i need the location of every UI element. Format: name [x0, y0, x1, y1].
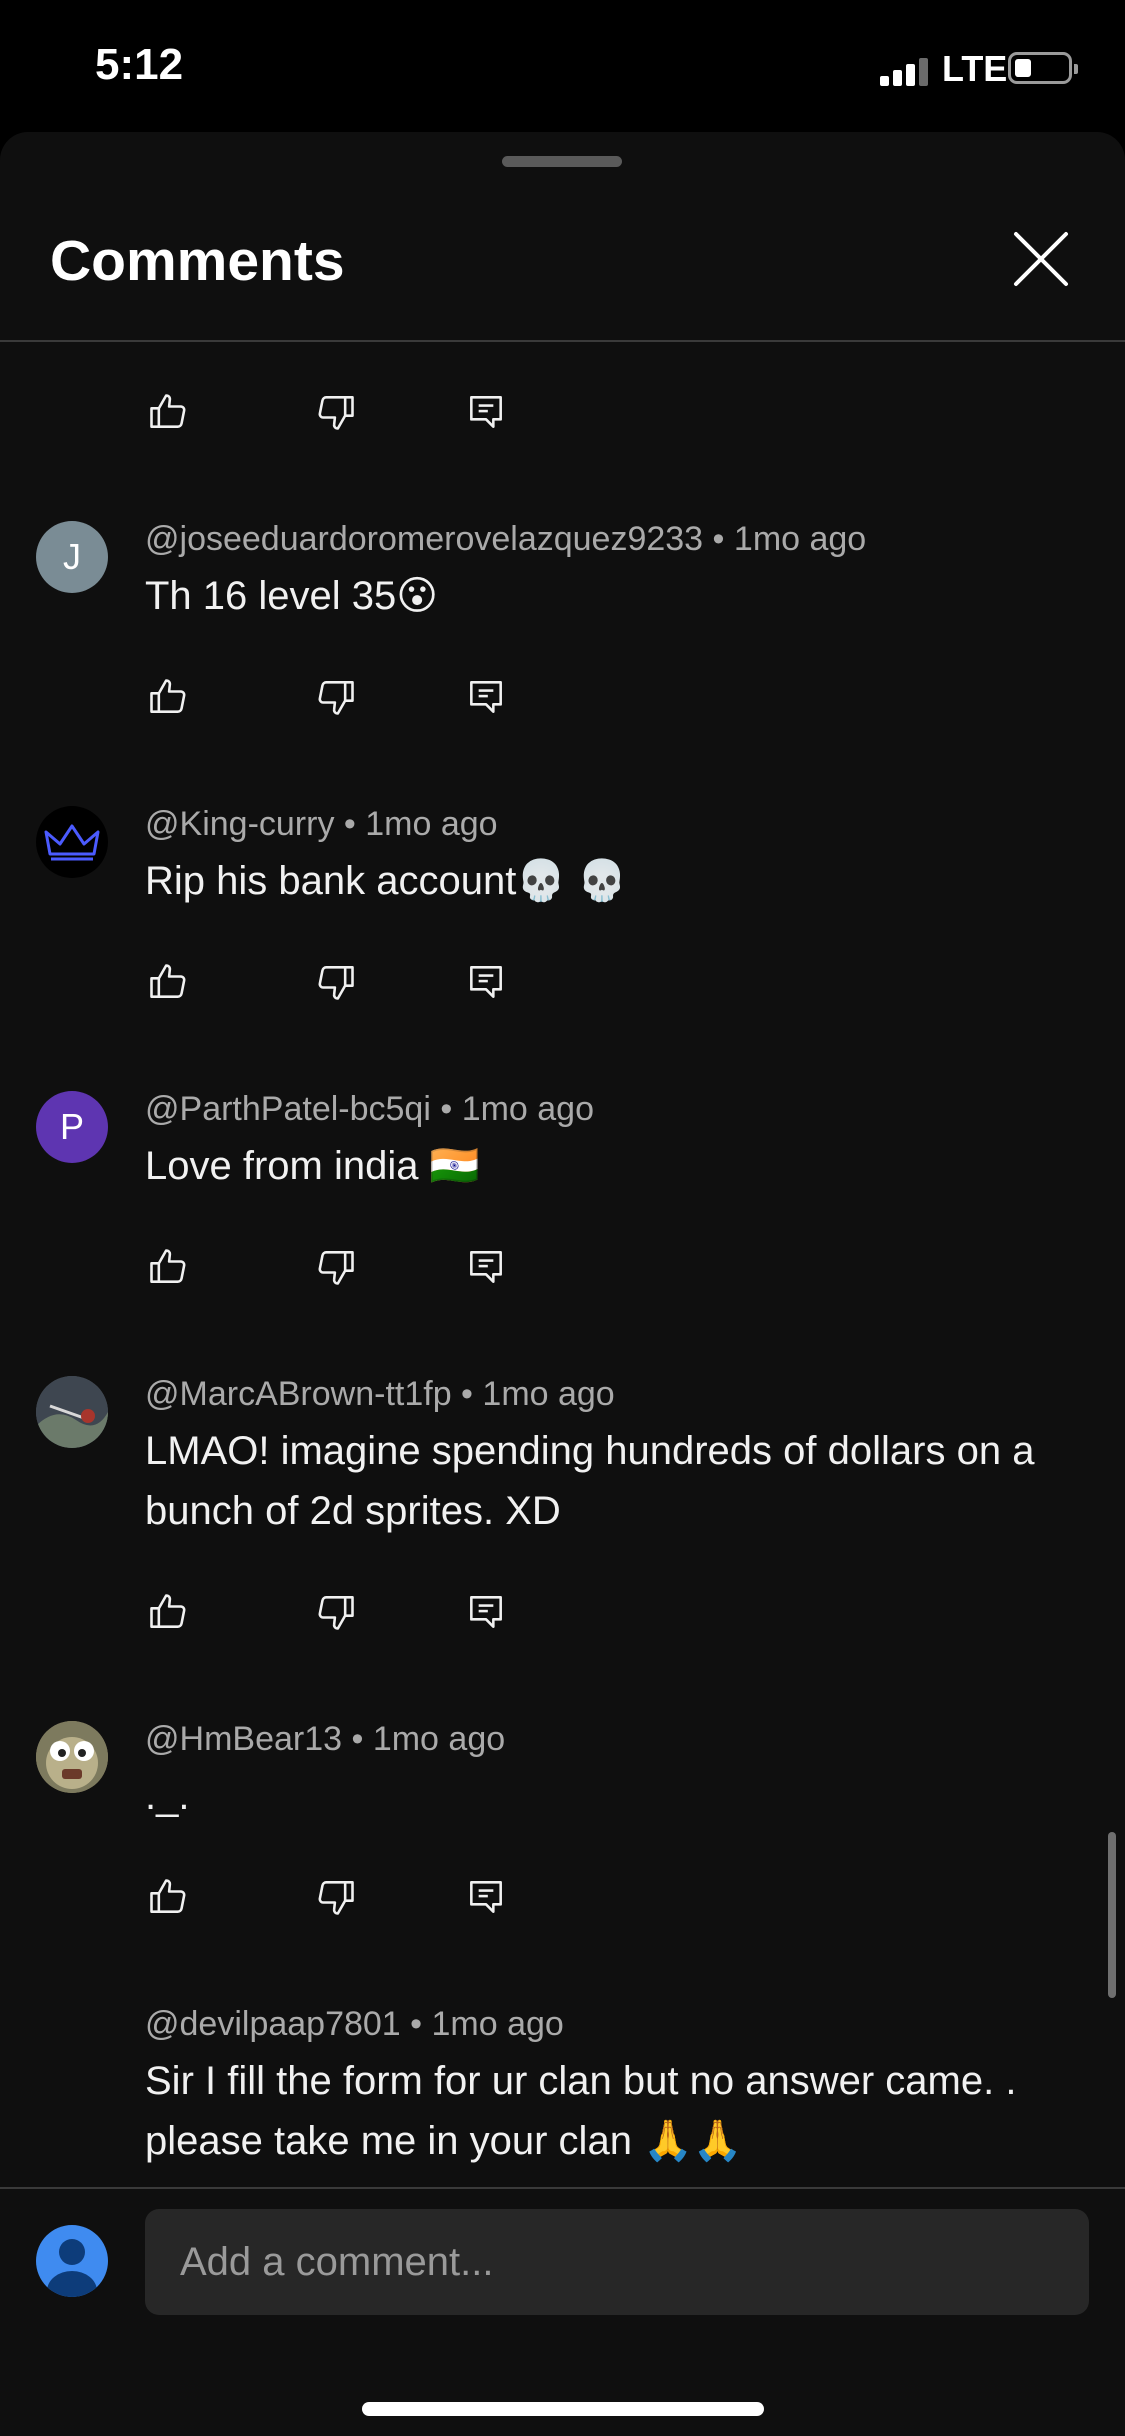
avatar[interactable]: [36, 806, 108, 878]
user-avatar-icon[interactable]: [36, 2225, 108, 2297]
comment-text: LMAO! imagine spending hundreds of dolla…: [145, 1429, 1035, 1533]
thumbs-up-icon: [150, 1594, 186, 1628]
reply-button[interactable]: [464, 390, 508, 434]
comment-composer: [0, 2187, 1125, 2436]
scrollbar-thumb[interactable]: [1108, 1832, 1116, 1998]
comment-meta: @MarcABrown-tt1fp • 1mo ago: [145, 1375, 615, 1413]
comment-text: Th 16 level 35😮: [145, 574, 438, 618]
dislike-button[interactable]: [314, 1590, 358, 1634]
comment-author[interactable]: @joseeduardoromerovelazquez9233: [145, 520, 703, 558]
reply-button[interactable]: [464, 960, 508, 1004]
thumbs-down-icon: [318, 1251, 354, 1285]
comment-author[interactable]: @MarcABrown-tt1fp: [145, 1375, 452, 1413]
sheet-title: Comments: [50, 229, 345, 293]
reply-button[interactable]: [464, 1590, 508, 1634]
composer-divider: [0, 2187, 1125, 2189]
avatar[interactable]: P: [36, 1091, 108, 1163]
reply-icon: [470, 1596, 502, 1628]
add-comment-input[interactable]: [145, 2209, 1089, 2315]
home-indicator[interactable]: [362, 2402, 764, 2416]
comment-text: ._.: [145, 1774, 190, 1818]
reply-icon: [470, 681, 502, 713]
comments-sheet: Comments J @joseeduardoromerovelazquez92…: [0, 132, 1125, 2436]
close-button[interactable]: [1010, 228, 1072, 290]
comment-author[interactable]: @devilpaap7801: [145, 2005, 401, 2043]
like-button[interactable]: [146, 1245, 190, 1289]
reply-button[interactable]: [464, 1245, 508, 1289]
reply-button[interactable]: [464, 1875, 508, 1919]
thumbs-up-icon: [150, 679, 186, 713]
comment-time: 1mo ago: [733, 520, 867, 558]
like-button[interactable]: [146, 390, 190, 434]
avatar-creature-icon: [36, 1721, 108, 1793]
like-button[interactable]: [146, 960, 190, 1004]
thumbs-down-icon: [318, 1596, 354, 1630]
battery-icon: [1008, 52, 1078, 84]
comment-author[interactable]: @HmBear13: [145, 1720, 342, 1758]
thumbs-down-icon: [318, 966, 354, 1000]
thumbs-up-icon: [150, 964, 186, 998]
reply-icon: [470, 396, 502, 428]
cellular-signal-icon: [880, 58, 930, 86]
avatar-photo-icon: [36, 1376, 108, 1448]
dislike-button[interactable]: [314, 960, 358, 1004]
comment-time: 1mo ago: [461, 1090, 595, 1128]
close-icon: [1014, 232, 1068, 286]
thumbs-down-icon: [318, 396, 354, 430]
reply-button[interactable]: [464, 675, 508, 719]
thumbs-up-icon: [150, 394, 186, 428]
dislike-button[interactable]: [314, 675, 358, 719]
comment-time: 1mo ago: [365, 805, 498, 843]
person-icon: [47, 2239, 97, 2297]
status-time: 5:12: [95, 40, 184, 89]
comment-meta: @King-curry • 1mo ago: [145, 805, 498, 843]
reply-icon: [470, 966, 502, 998]
thumbs-down-icon: [318, 1881, 354, 1915]
thumbs-up-icon: [150, 1249, 186, 1283]
status-bar: 5:12 LTE: [0, 0, 1125, 132]
comment-time: 1mo ago: [482, 1375, 615, 1413]
thumbs-down-icon: [318, 681, 354, 715]
thumbs-up-icon: [150, 1879, 186, 1913]
like-button[interactable]: [146, 1875, 190, 1919]
reply-icon: [470, 1881, 502, 1913]
dislike-button[interactable]: [314, 1245, 358, 1289]
drag-handle[interactable]: [502, 156, 622, 167]
like-button[interactable]: [146, 1590, 190, 1634]
avatar[interactable]: [36, 1721, 108, 1793]
comment-author[interactable]: @ParthPatel-bc5qi: [145, 1090, 431, 1128]
crown-icon: [44, 824, 100, 861]
comment-meta: @joseeduardoromerovelazquez9233 • 1mo ag…: [145, 520, 867, 558]
dislike-button[interactable]: [314, 1875, 358, 1919]
comment-time: 1mo ago: [431, 2005, 564, 2043]
comment-author[interactable]: @King-curry: [145, 805, 334, 843]
comment-text: Sir I fill the form for ur clan but no a…: [145, 2059, 1017, 2163]
like-button[interactable]: [146, 675, 190, 719]
network-type: LTE: [942, 48, 1008, 89]
header-divider: [0, 340, 1125, 342]
dislike-button[interactable]: [314, 390, 358, 434]
comment-meta: @devilpaap7801 • 1mo ago: [145, 2005, 564, 2043]
comment-time: 1mo ago: [372, 1720, 506, 1758]
avatar[interactable]: J: [36, 521, 108, 593]
comment-meta: @HmBear13 • 1mo ago: [145, 1720, 506, 1758]
avatar[interactable]: [36, 1376, 108, 1448]
comment-text: Love from india 🇮🇳: [145, 1144, 480, 1188]
reply-icon: [470, 1251, 502, 1283]
comment-text: Rip his bank account💀 💀: [145, 859, 628, 903]
comment-meta: @ParthPatel-bc5qi • 1mo ago: [145, 1090, 595, 1128]
